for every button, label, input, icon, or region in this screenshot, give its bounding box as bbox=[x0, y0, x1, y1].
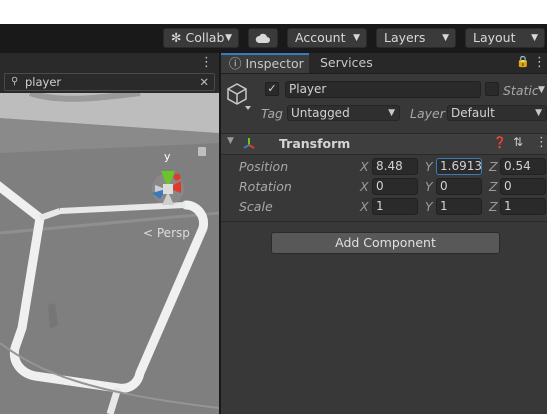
scene-view[interactable]: ⋮ ⚲ player ✕ y < Persp bbox=[0, 53, 219, 414]
transform-icon bbox=[243, 138, 255, 149]
collab-label: Collab bbox=[185, 30, 225, 45]
position-y-field[interactable]: 1.69131 bbox=[436, 158, 482, 175]
rotation-y-axis-label[interactable]: Y bbox=[425, 179, 433, 194]
clear-search-icon[interactable]: ✕ bbox=[199, 74, 209, 90]
collab-button[interactable]: ✻ Collab ▼ bbox=[163, 28, 239, 48]
layer-label: Layer bbox=[410, 106, 445, 121]
scale-x-value: 1 bbox=[376, 199, 384, 213]
layout-dropdown[interactable]: Layout ▼ bbox=[465, 28, 545, 48]
gameobject-active-checkbox[interactable]: ✓ bbox=[265, 82, 279, 96]
scale-label: Scale bbox=[239, 199, 273, 214]
gameobject-cube-icon[interactable] bbox=[226, 82, 252, 112]
layout-label: Layout bbox=[473, 30, 516, 45]
tab-inspector-label: Inspector bbox=[245, 56, 304, 71]
static-label: Static bbox=[503, 83, 539, 98]
gizmo-y-label: y bbox=[164, 150, 171, 163]
position-y-axis-label[interactable]: Y bbox=[425, 159, 433, 174]
chevron-down-icon: ▼ bbox=[535, 108, 542, 118]
inspector-tab-strip: ⓘ Inspector Services 🔒 ⋮ bbox=[221, 53, 547, 74]
layers-dropdown[interactable]: Layers ▼ bbox=[376, 28, 456, 48]
rotation-z-field[interactable]: 0 bbox=[500, 178, 546, 195]
rotation-x-value: 0 bbox=[376, 179, 384, 193]
layer-dropdown[interactable]: Default ▼ bbox=[447, 105, 547, 121]
chevron-down-icon: ▼ bbox=[442, 33, 449, 43]
scene-search-value: player bbox=[25, 75, 62, 89]
tag-value: Untagged bbox=[291, 106, 350, 120]
scale-z-axis-label[interactable]: Z bbox=[489, 199, 498, 214]
inspector-panel: ⓘ Inspector Services 🔒 ⋮ ✓ Player Static… bbox=[221, 53, 547, 414]
tab-inspector[interactable]: ⓘ Inspector bbox=[221, 53, 309, 73]
scale-x-axis-label[interactable]: X bbox=[360, 199, 369, 214]
scale-y-value: 1 bbox=[440, 199, 448, 213]
component-kebab-menu-icon[interactable]: ⋮ bbox=[535, 135, 547, 150]
scale-z-field[interactable]: 1 bbox=[500, 198, 546, 215]
position-x-axis-label[interactable]: X bbox=[360, 159, 369, 174]
help-icon[interactable]: ❓ bbox=[493, 136, 507, 149]
search-icon: ⚲ bbox=[11, 76, 19, 87]
scale-x-field[interactable]: 1 bbox=[372, 198, 418, 215]
position-z-field[interactable]: 0.54 bbox=[500, 158, 546, 175]
rotation-label: Rotation bbox=[239, 179, 292, 194]
lock-icon[interactable]: 🔒 bbox=[516, 55, 530, 68]
gameobject-name-value: Player bbox=[289, 82, 327, 96]
chevron-down-icon: ▼ bbox=[225, 33, 232, 43]
scene-kebab-menu-icon[interactable]: ⋮ bbox=[200, 55, 213, 70]
position-y-value: 1.69131 bbox=[440, 159, 482, 173]
scene-tab-strip bbox=[0, 53, 219, 71]
persp-label[interactable]: < Persp bbox=[143, 226, 190, 240]
transform-component-header[interactable]: ▼ Transform ❓ ⇅ ⋮ bbox=[221, 133, 547, 155]
scene-viewport[interactable]: y < Persp bbox=[0, 93, 219, 414]
position-x-field[interactable]: 8.48 bbox=[372, 158, 418, 175]
scale-y-field[interactable]: 1 bbox=[436, 198, 482, 215]
account-label: Account bbox=[295, 30, 346, 45]
rotation-x-field[interactable]: 0 bbox=[372, 178, 418, 195]
position-x-value: 8.48 bbox=[376, 159, 403, 173]
position-z-axis-label[interactable]: Z bbox=[489, 159, 498, 174]
position-z-value: 0.54 bbox=[504, 159, 531, 173]
add-component-button[interactable]: Add Component bbox=[271, 232, 500, 254]
main-toolbar: ✻ Collab ▼ Account ▼ Layers ▼ Layout ▼ bbox=[0, 24, 547, 53]
info-icon: ⓘ bbox=[229, 56, 242, 71]
tag-label: Tag bbox=[261, 106, 283, 121]
gameobject-name-field[interactable]: Player bbox=[285, 81, 481, 98]
tab-services[interactable]: Services bbox=[320, 53, 373, 73]
layer-value: Default bbox=[451, 106, 495, 120]
rotation-y-value: 0 bbox=[440, 179, 448, 193]
scale-y-axis-label[interactable]: Y bbox=[425, 199, 433, 214]
component-separator bbox=[221, 221, 547, 222]
lock-icon[interactable] bbox=[198, 147, 206, 156]
preset-sliders-icon[interactable]: ⇅ bbox=[513, 135, 523, 149]
tab-services-label: Services bbox=[320, 55, 373, 70]
tag-dropdown[interactable]: Untagged ▼ bbox=[287, 105, 400, 121]
collab-icon: ✻ bbox=[171, 30, 182, 45]
foldout-arrow-icon[interactable]: ▼ bbox=[227, 136, 234, 146]
transform-title: Transform bbox=[279, 136, 351, 151]
rotation-y-field[interactable]: 0 bbox=[436, 178, 482, 195]
chevron-down-icon: ▼ bbox=[388, 108, 395, 118]
position-label: Position bbox=[239, 159, 289, 174]
account-dropdown[interactable]: Account ▼ bbox=[287, 28, 367, 48]
cloud-icon bbox=[255, 33, 270, 43]
rotation-x-axis-label[interactable]: X bbox=[360, 179, 369, 194]
inspector-kebab-menu-icon[interactable]: ⋮ bbox=[533, 55, 546, 70]
cloud-button[interactable] bbox=[248, 28, 278, 48]
static-checkbox[interactable] bbox=[485, 82, 499, 96]
scene-search-input[interactable]: ⚲ player ✕ bbox=[4, 73, 215, 91]
rotation-z-value: 0 bbox=[504, 179, 512, 193]
chevron-down-icon: ▼ bbox=[353, 33, 360, 43]
scale-z-value: 1 bbox=[504, 199, 512, 213]
chevron-down-icon[interactable]: ▼ bbox=[538, 85, 545, 95]
chevron-down-icon: ▼ bbox=[531, 33, 538, 43]
rotation-z-axis-label[interactable]: Z bbox=[489, 179, 498, 194]
gameobject-header: ✓ Player Static ▼ Tag Untagged ▼ Layer D… bbox=[221, 74, 547, 130]
layers-label: Layers bbox=[384, 30, 426, 45]
